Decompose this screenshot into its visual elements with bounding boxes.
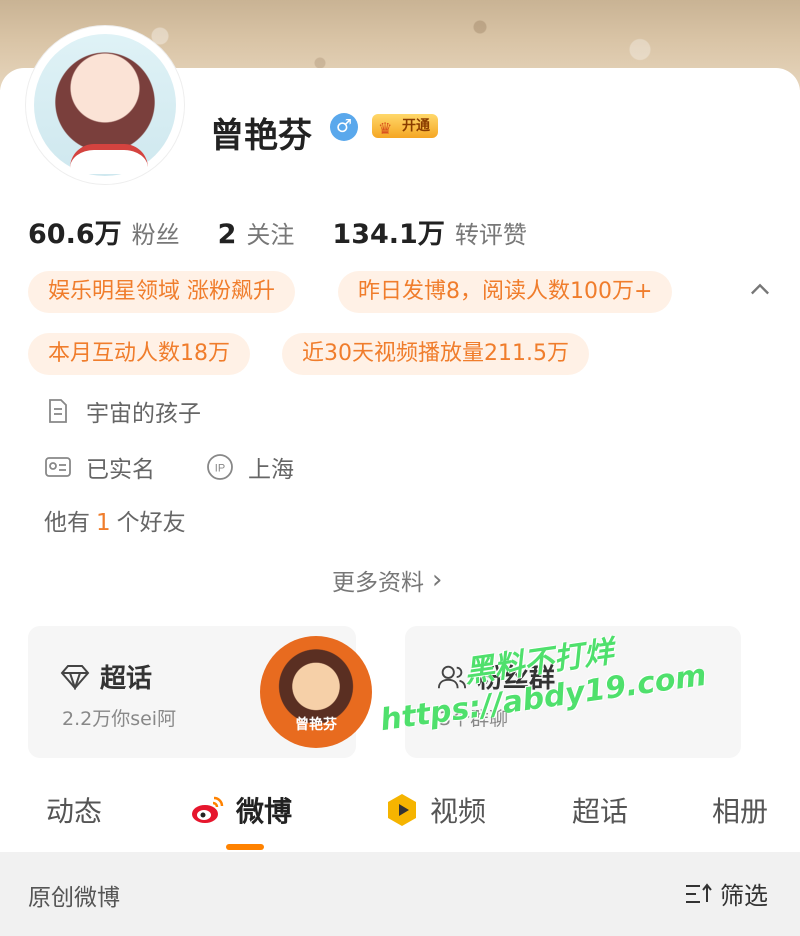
active-tab-indicator [226, 844, 264, 850]
chevron-up-icon[interactable] [744, 276, 776, 308]
avatar-collar [70, 144, 148, 174]
friends-row[interactable]: 他有 1 个好友 [44, 503, 186, 537]
tab-video[interactable]: 视频 [384, 790, 486, 830]
tab-label: 动态 [46, 795, 103, 828]
tab-label: 相册 [712, 795, 769, 828]
profile-name: 曾艳芬 [210, 116, 312, 156]
filter-bar: 原创微博 筛选 [0, 852, 800, 936]
tag-daily-posts[interactable]: 昨日发博8，阅读人数100万+ [338, 271, 673, 313]
avatar[interactable] [26, 26, 184, 184]
vip-label: 开通 [402, 118, 430, 134]
tab-album[interactable]: 相册 [712, 790, 768, 830]
weibo-logo-icon [190, 792, 226, 828]
filter-button[interactable]: 筛选 [684, 876, 768, 911]
friends-prefix: 他有 [44, 510, 90, 536]
friends-count: 1 [96, 510, 111, 536]
stat-value: 60.6万 [28, 219, 122, 250]
video-play-icon [384, 792, 420, 828]
crown-icon: ♛ [378, 119, 393, 138]
gender-male-icon: ♂ [330, 113, 358, 141]
filter-title: 原创微博 [28, 885, 120, 911]
more-info-label: 更多资料 [332, 570, 424, 596]
stat-value: 2 [217, 219, 237, 250]
chevron-right-icon: › [432, 565, 443, 595]
bio-row: 宇宙的孩子 [44, 394, 201, 428]
vip-open-button[interactable]: ♛ 开通 [372, 114, 438, 138]
tab-weibo[interactable]: 微博 [190, 790, 292, 830]
tag-entertainment-rising[interactable]: 娱乐明星领域 涨粉飙升 [28, 271, 295, 313]
friends-suffix: 个好友 [116, 510, 186, 536]
svg-text:IP: IP [215, 463, 225, 475]
location-text: 上海 [248, 457, 294, 483]
supertopic-title: 超话 [60, 658, 152, 695]
tag-monthly-interactions[interactable]: 本月互动人数18万 [28, 333, 250, 375]
tag-video-plays[interactable]: 近30天视频播放量211.5万 [282, 333, 589, 375]
supertopic-subtitle: 2.2万你sei阿 [62, 708, 177, 730]
stat-following[interactable]: 2 关注 [218, 215, 295, 250]
location-row: IP 上海 [206, 450, 294, 484]
supertopic-label: 超话 [100, 664, 153, 694]
stat-label: 粉丝 [131, 221, 180, 249]
supertopic-card[interactable]: 超话 2.2万你sei阿 曾艳芬 [28, 626, 372, 758]
supertopic-thumbnail: 曾艳芬 [260, 636, 372, 748]
bio-text: 宇宙的孩子 [86, 401, 201, 427]
verification-row: 已实名 [44, 450, 155, 484]
filter-button-label: 筛选 [720, 882, 768, 910]
profile-tabs: 动态 微博 视频 超话 相册 [0, 778, 800, 850]
id-card-icon [44, 453, 72, 481]
document-icon [44, 397, 72, 425]
thumbnail-label: 曾艳芬 [295, 717, 337, 733]
verified-text: 已实名 [86, 457, 155, 483]
diamond-icon [60, 662, 90, 692]
tab-activity[interactable]: 动态 [46, 790, 102, 830]
stats-row: 60.6万 粉丝 2 关注 134.1万 转评赞 [28, 212, 565, 251]
filter-sort-icon [684, 879, 714, 909]
stat-followers[interactable]: 60.6万 粉丝 [28, 212, 180, 251]
stat-label: 转评赞 [454, 221, 527, 249]
stat-reposts-likes[interactable]: 134.1万 转评赞 [332, 212, 526, 251]
stat-value: 134.1万 [332, 219, 445, 250]
tab-label: 超话 [572, 795, 629, 828]
ip-icon: IP [206, 453, 234, 481]
tab-label: 微博 [236, 795, 293, 828]
more-info-link[interactable]: 更多资料 › [332, 563, 442, 597]
tab-supertopic[interactable]: 超话 [572, 790, 628, 830]
tab-label: 视频 [430, 795, 487, 828]
stat-label: 关注 [246, 221, 295, 249]
